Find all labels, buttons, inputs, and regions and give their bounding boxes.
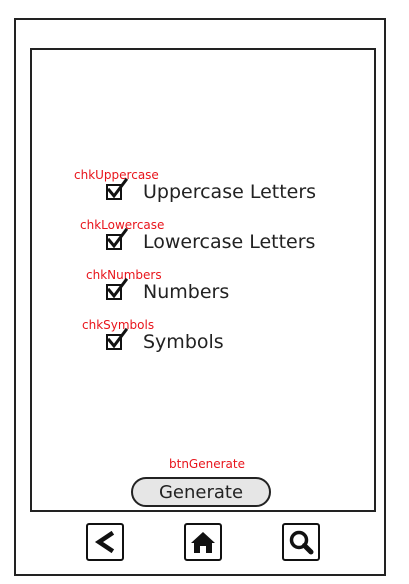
- app-screen: chkUppercase Uppercase Letters chkLowerc…: [30, 48, 376, 512]
- home-icon: [191, 532, 215, 553]
- symbols-checkbox[interactable]: [106, 327, 129, 350]
- annotation-btn-generate: btnGenerate: [169, 457, 245, 471]
- search-button[interactable]: [282, 523, 320, 561]
- uppercase-label: Uppercase Letters: [143, 181, 317, 203]
- checkbox-row-uppercase[interactable]: Uppercase Letters: [106, 177, 317, 204]
- uppercase-checkbox[interactable]: [106, 177, 129, 200]
- device-frame: chkUppercase Uppercase Letters chkLowerc…: [14, 18, 386, 576]
- checkbox-row-numbers[interactable]: Numbers: [106, 277, 230, 304]
- generate-button[interactable]: Generate: [131, 477, 271, 507]
- lowercase-checkbox[interactable]: [106, 227, 129, 250]
- checkmark-icon: [106, 327, 129, 349]
- symbols-label: Symbols: [143, 331, 224, 353]
- back-button[interactable]: [86, 523, 124, 561]
- back-icon: [94, 530, 115, 554]
- checkmark-icon: [106, 277, 129, 299]
- checkbox-row-lowercase[interactable]: Lowercase Letters: [106, 227, 316, 254]
- numbers-label: Numbers: [143, 281, 230, 303]
- lowercase-label: Lowercase Letters: [143, 231, 316, 253]
- numbers-checkbox[interactable]: [106, 277, 129, 300]
- checkmark-icon: [106, 227, 129, 249]
- home-button[interactable]: [184, 523, 222, 561]
- checkmark-icon: [106, 177, 129, 199]
- search-icon: [289, 530, 314, 555]
- checkbox-row-symbols[interactable]: Symbols: [106, 327, 224, 354]
